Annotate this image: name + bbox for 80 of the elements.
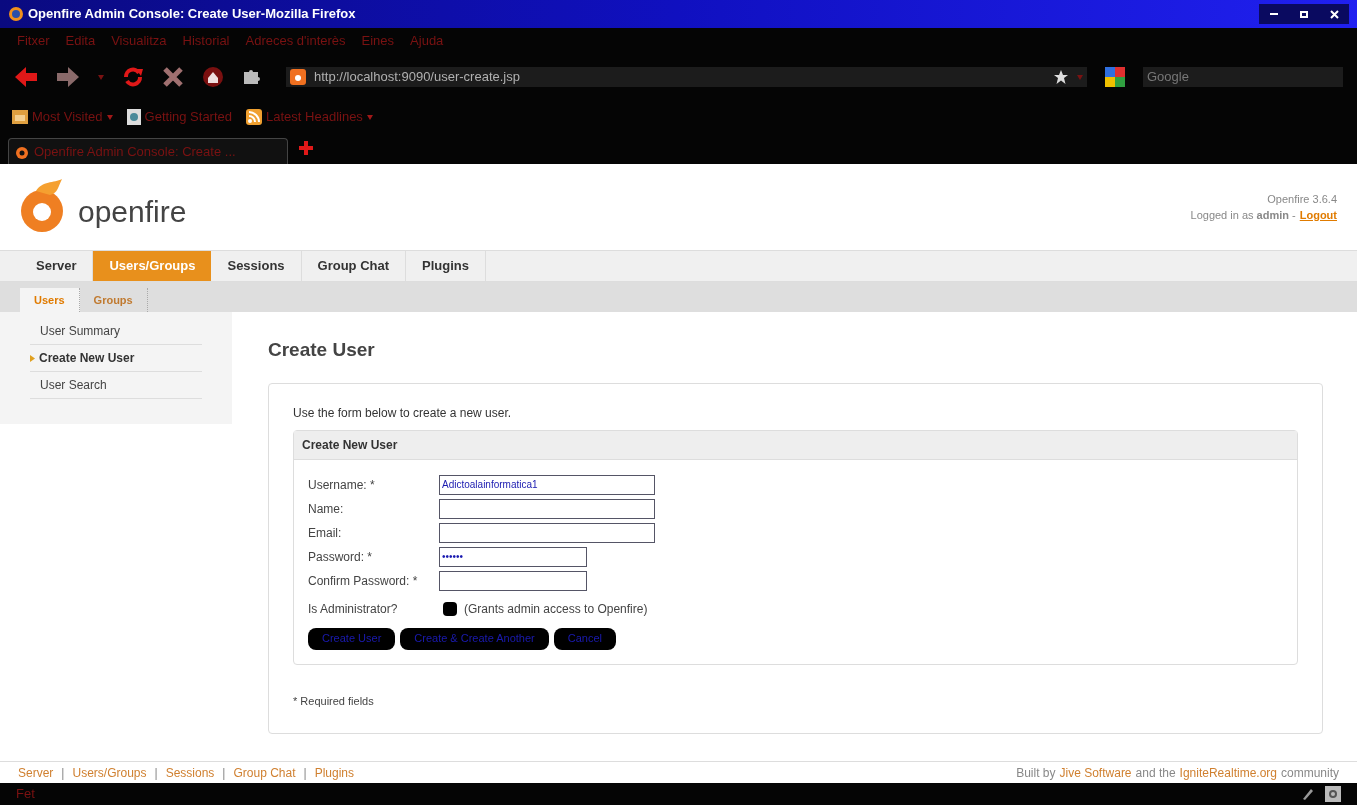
form-button[interactable]: Create User xyxy=(308,627,396,650)
window-title: Openfire Admin Console: Create User-Mozilla Firefox xyxy=(28,5,356,24)
form-button[interactable]: Cancel xyxy=(553,627,616,650)
home-icon[interactable] xyxy=(202,66,224,88)
reload-icon[interactable] xyxy=(122,66,144,88)
input-field[interactable] xyxy=(439,570,587,591)
page-icon xyxy=(126,109,141,125)
field-label: Username: * xyxy=(308,476,376,494)
sub-tab[interactable]: Users xyxy=(20,288,80,312)
folder-icon xyxy=(12,110,28,124)
form-button[interactable]: Create & Create Another xyxy=(400,627,549,650)
footer-link[interactable]: Sessions xyxy=(165,763,215,782)
close-icon xyxy=(1329,9,1339,19)
menu-item[interactable]: Edita xyxy=(65,31,96,51)
sidebar-item[interactable]: User Summary xyxy=(30,318,202,345)
separator: | xyxy=(61,764,65,782)
field-label: Password: * xyxy=(308,548,374,566)
menu-item[interactable]: Historial xyxy=(182,31,230,51)
field-label: Confirm Password: * xyxy=(308,572,419,590)
footer-link[interactable]: Server xyxy=(18,763,54,782)
credit-link[interactable]: Jive Software xyxy=(1059,763,1132,782)
field-label: Is Administrator? xyxy=(308,600,399,618)
credit-link[interactable]: IgniteRealtime.org xyxy=(1179,763,1277,782)
menu-item[interactable]: Fitxer xyxy=(17,31,50,51)
footer-link[interactable]: Group Chat xyxy=(233,763,296,782)
search-field[interactable]: Google xyxy=(1143,67,1343,87)
status-text: Fet xyxy=(16,785,35,804)
checkbox[interactable] xyxy=(443,601,457,616)
star-icon[interactable] xyxy=(1053,69,1069,85)
logo-text: openfire xyxy=(78,193,187,230)
address-bar[interactable]: http://localhost:9090/user-create.jsp xyxy=(286,67,1087,87)
dropdown-icon[interactable] xyxy=(366,114,373,120)
footer-link[interactable]: Plugins xyxy=(314,763,354,782)
credit-text: and the xyxy=(1135,764,1176,782)
login-text: Logged in as admin - xyxy=(1190,208,1296,223)
dropdown-icon[interactable] xyxy=(106,114,113,120)
required-note: * Required fields xyxy=(293,693,375,709)
menu-item[interactable]: Ajuda xyxy=(410,31,444,51)
logout-link[interactable]: Logout xyxy=(1299,207,1337,224)
separator: | xyxy=(303,764,307,782)
bookmark-link[interactable]: Most Visited xyxy=(32,107,103,127)
settings-icon[interactable] xyxy=(1325,786,1341,802)
menu-item[interactable]: Eines xyxy=(361,31,395,51)
forward-arrow-icon[interactable] xyxy=(56,66,80,88)
sidebar-item[interactable]: Create New User xyxy=(30,345,202,372)
checkbox-note: (Grants admin access to Openfire) xyxy=(464,600,648,618)
version-text: Openfire 3.6.4 xyxy=(1267,191,1337,207)
menu-item[interactable]: Visualitza xyxy=(111,31,167,51)
nav-tab[interactable]: Plugins xyxy=(406,251,486,281)
browser-tab[interactable]: Openfire Admin Console: Create ... xyxy=(8,138,288,164)
rss-feed-icon xyxy=(246,109,263,125)
nav-tab[interactable]: Users/Groups xyxy=(93,251,212,281)
credit-text: community xyxy=(1281,764,1339,782)
separator: | xyxy=(154,764,158,782)
nav-tab[interactable]: Group Chat xyxy=(301,251,407,281)
intro-text: Use the form below to create a new user. xyxy=(293,404,513,422)
input-field[interactable]: Adictoalainformatica1 xyxy=(439,474,655,495)
nav-tab[interactable]: Sessions xyxy=(211,251,302,281)
input-field[interactable]: •••••• xyxy=(439,546,587,567)
form-title: Create New User xyxy=(294,430,1297,460)
new-tab-icon[interactable] xyxy=(298,140,314,156)
bookmark-link[interactable]: Latest Headlines xyxy=(266,107,363,127)
puzzle-icon[interactable] xyxy=(242,68,260,86)
input-field[interactable] xyxy=(439,522,655,543)
close-button[interactable] xyxy=(1319,4,1349,24)
field-label: Name: xyxy=(308,500,345,518)
minimize-button[interactable] xyxy=(1259,4,1289,24)
footer-link[interactable]: Users/Groups xyxy=(72,763,147,782)
back-arrow-icon[interactable] xyxy=(14,66,38,88)
bookmark-link[interactable]: Getting Started xyxy=(144,107,233,127)
credit-text: Built by xyxy=(1016,764,1056,782)
menu-item[interactable]: Adreces d'interès xyxy=(245,31,346,51)
caret-icon xyxy=(30,354,35,362)
pen-icon xyxy=(1301,787,1315,801)
stop-icon[interactable] xyxy=(162,66,184,88)
separator: | xyxy=(222,764,226,782)
input-field[interactable] xyxy=(439,498,655,519)
field-label: Email: xyxy=(308,524,343,542)
sidebar-item[interactable]: User Search xyxy=(30,372,202,399)
page-title: Create User xyxy=(268,338,376,362)
